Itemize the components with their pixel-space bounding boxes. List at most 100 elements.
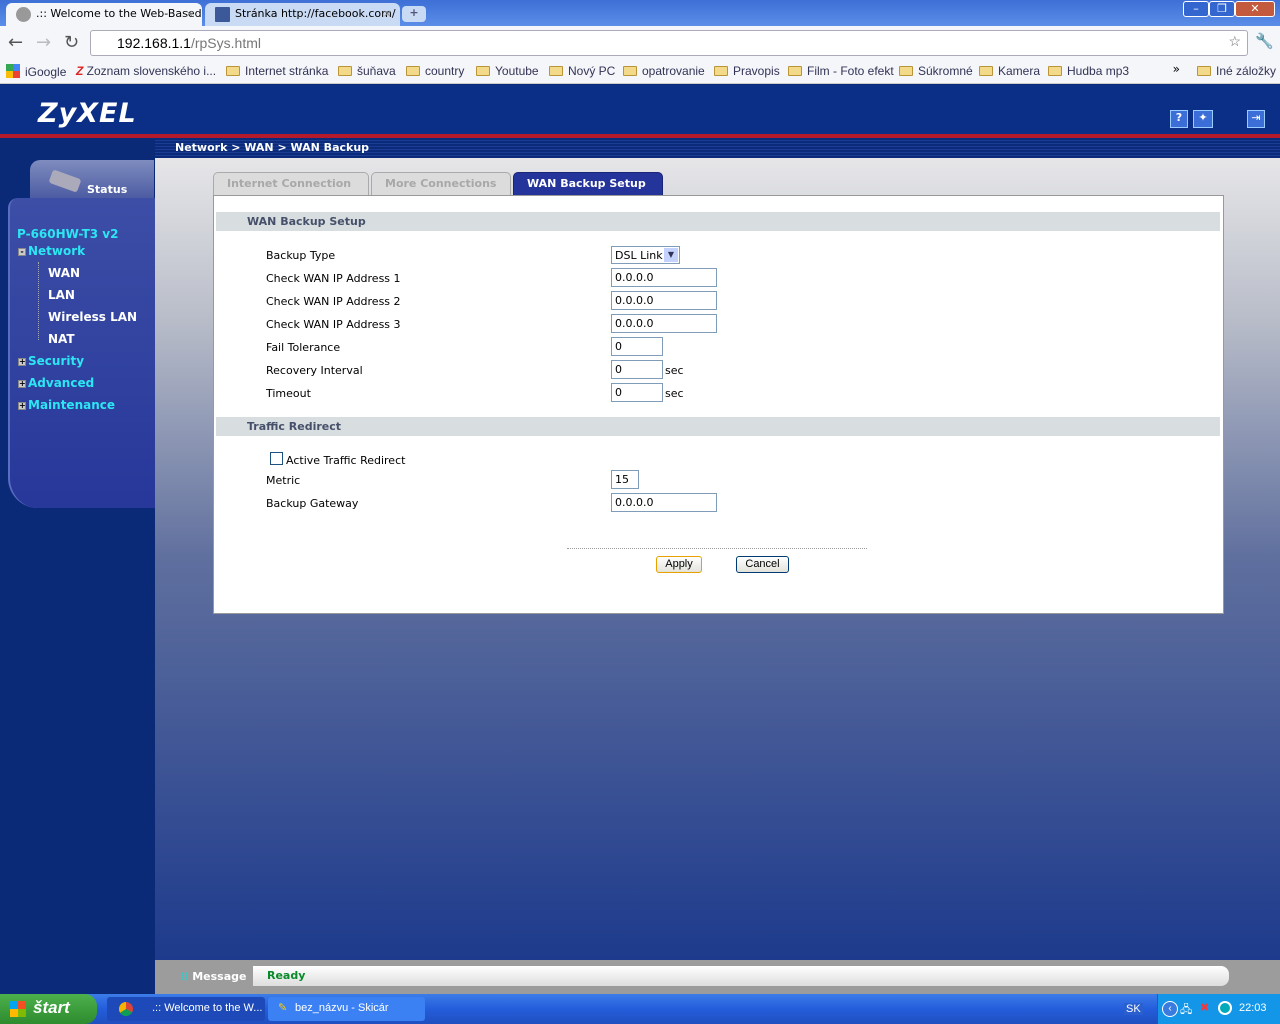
metric-input[interactable]: 15: [611, 470, 639, 489]
other-bookmarks[interactable]: Iné záložky: [1197, 64, 1276, 78]
close-tab-icon[interactable]: ×: [185, 7, 194, 20]
section-header-wan-backup: WAN Backup Setup: [216, 212, 1220, 231]
browser-tab-facebook[interactable]: Stránka http://facebook.com/×: [205, 3, 400, 26]
network-disconnected-icon[interactable]: ✖: [1200, 1001, 1209, 1014]
status-label: Status: [87, 183, 128, 196]
expand-icon: +: [18, 401, 26, 410]
minimize-button[interactable]: –: [1183, 1, 1209, 17]
menu-advanced[interactable]: + Advanced: [18, 376, 94, 390]
apply-button[interactable]: Apply: [656, 556, 702, 573]
bookmark-label: Zoznam slovenského i...: [86, 64, 217, 78]
reload-icon[interactable]: ↻: [64, 32, 79, 53]
menu-wireless-lan[interactable]: Wireless LAN: [48, 310, 137, 324]
ip3-input[interactable]: 0.0.0.0: [611, 314, 717, 333]
menu-label: Advanced: [28, 376, 95, 390]
expand-icon: +: [18, 357, 26, 366]
bookmark-item[interactable]: Súkromné: [899, 64, 973, 78]
bookmark-label: šuňava: [357, 64, 396, 78]
cancel-button[interactable]: Cancel: [736, 556, 789, 573]
timeout-unit: sec: [665, 387, 684, 400]
menu-wan[interactable]: WAN: [48, 266, 80, 280]
folder-icon: [979, 66, 993, 76]
bookmark-item[interactable]: Z Zoznam slovenského i...: [76, 64, 216, 78]
wrench-icon[interactable]: 🔧: [1255, 32, 1274, 50]
ip1-input[interactable]: 0.0.0.0: [611, 268, 717, 287]
globe-icon: [16, 7, 31, 22]
webcam-icon[interactable]: [1218, 1001, 1232, 1015]
start-button[interactable]: štart: [0, 994, 97, 1024]
menu-label: Security: [28, 354, 85, 368]
logout-icon[interactable]: ⇥: [1247, 110, 1265, 128]
backup-gateway-input[interactable]: 0.0.0.0: [611, 493, 717, 512]
ip2-label: Check WAN IP Address 2: [266, 295, 401, 308]
bookmark-label: Youtube: [495, 64, 539, 78]
network-icon[interactable]: 🖧: [1180, 1001, 1192, 1020]
bookmark-label: iGoogle: [25, 65, 67, 79]
address-bar[interactable]: 192.168.1.1/rpSys.html ☆: [90, 30, 1248, 56]
bookmark-item[interactable]: Hudba mp3: [1048, 64, 1129, 78]
bookmark-item[interactable]: Pravopis: [714, 64, 780, 78]
tab-more-connections[interactable]: More Connections: [371, 172, 511, 195]
bookmark-item[interactable]: Film - Foto efekt: [788, 64, 894, 78]
bookmark-item[interactable]: iGoogle: [6, 64, 66, 79]
back-icon[interactable]: ←: [8, 32, 23, 53]
backup-gateway-label: Backup Gateway: [266, 497, 359, 510]
menu-nat[interactable]: NAT: [48, 332, 75, 346]
wizard-icon[interactable]: ✦: [1193, 110, 1213, 128]
url-path: /rpSys.html: [190, 35, 261, 51]
more-bookmarks-icon[interactable]: »: [1173, 62, 1180, 76]
bookmark-item[interactable]: Nový PC: [549, 64, 615, 78]
bookmark-item[interactable]: šuňava: [338, 64, 396, 78]
system-tray: ‹ 🖧 ✖ 22:03: [1157, 994, 1280, 1024]
tab-internet-connection[interactable]: Internet Connection: [213, 172, 369, 195]
bookmark-item[interactable]: opatrovanie: [623, 64, 705, 78]
menu-lan[interactable]: LAN: [48, 288, 75, 302]
bookmark-label: Film - Foto efekt: [807, 64, 894, 78]
folder-icon: [1197, 66, 1211, 76]
bookmark-item[interactable]: Youtube: [476, 64, 539, 78]
timeout-input[interactable]: 0: [611, 383, 663, 402]
menu-label: Maintenance: [28, 398, 116, 412]
maximize-button[interactable]: ❐: [1209, 1, 1235, 17]
language-indicator[interactable]: SK: [1124, 1003, 1143, 1015]
paint-icon: ✎: [278, 1002, 288, 1014]
backup-type-select[interactable]: DSL Link ▼: [611, 246, 680, 264]
menu-security[interactable]: + Security: [18, 354, 84, 368]
menu-network[interactable]: - Network: [18, 244, 85, 258]
recovery-unit: sec: [665, 364, 684, 377]
bookmark-item[interactable]: Internet stránka: [226, 64, 328, 78]
close-tab-icon[interactable]: ×: [383, 7, 392, 20]
device-model: P-660HW-T3 v2: [17, 227, 119, 241]
grip-icon: ⁞⁞: [180, 970, 193, 983]
bookmark-label: Hudba mp3: [1067, 64, 1130, 78]
chevron-left-icon[interactable]: ‹: [1162, 1001, 1178, 1017]
help-icon[interactable]: ?: [1170, 110, 1188, 128]
tab-wan-backup-setup[interactable]: WAN Backup Setup: [513, 172, 663, 195]
bookmark-item[interactable]: Kamera: [979, 64, 1040, 78]
folder-icon: [338, 66, 352, 76]
close-window-button[interactable]: ✕: [1235, 1, 1275, 17]
message-label: ⁞⁞ Message: [180, 970, 246, 983]
forward-icon[interactable]: →: [36, 32, 51, 53]
folder-icon: [714, 66, 728, 76]
active-traffic-redirect-label: Active Traffic Redirect: [286, 454, 406, 467]
browser-tab-zyxel[interactable]: .:: Welcome to the Web-Based ×: [6, 3, 202, 26]
recovery-interval-input[interactable]: 0: [611, 360, 663, 379]
new-tab-button[interactable]: +: [402, 6, 426, 22]
taskbar-item-paint[interactable]: ✎ bez_názvu - Skicár: [268, 997, 425, 1021]
active-traffic-redirect-checkbox[interactable]: [270, 452, 283, 465]
divider: [567, 548, 867, 549]
bookmark-label: Nový PC: [568, 64, 616, 78]
ip2-input[interactable]: 0.0.0.0: [611, 291, 717, 310]
router-icon: [48, 169, 82, 193]
zoznam-icon: Z: [76, 64, 87, 78]
bookmark-label: Pravopis: [733, 64, 780, 78]
taskbar-item-chrome[interactable]: .:: Welcome to the W...: [107, 997, 265, 1021]
menu-maintenance[interactable]: + Maintenance: [18, 398, 115, 412]
fail-tolerance-label: Fail Tolerance: [266, 341, 341, 354]
star-icon[interactable]: ☆: [1228, 33, 1241, 50]
breadcrumb-text: Network > WAN > WAN Backup: [175, 141, 370, 154]
fail-tolerance-input[interactable]: 0: [611, 337, 663, 356]
bookmark-item[interactable]: country: [406, 64, 464, 78]
backup-type-value: DSL Link: [615, 249, 663, 262]
